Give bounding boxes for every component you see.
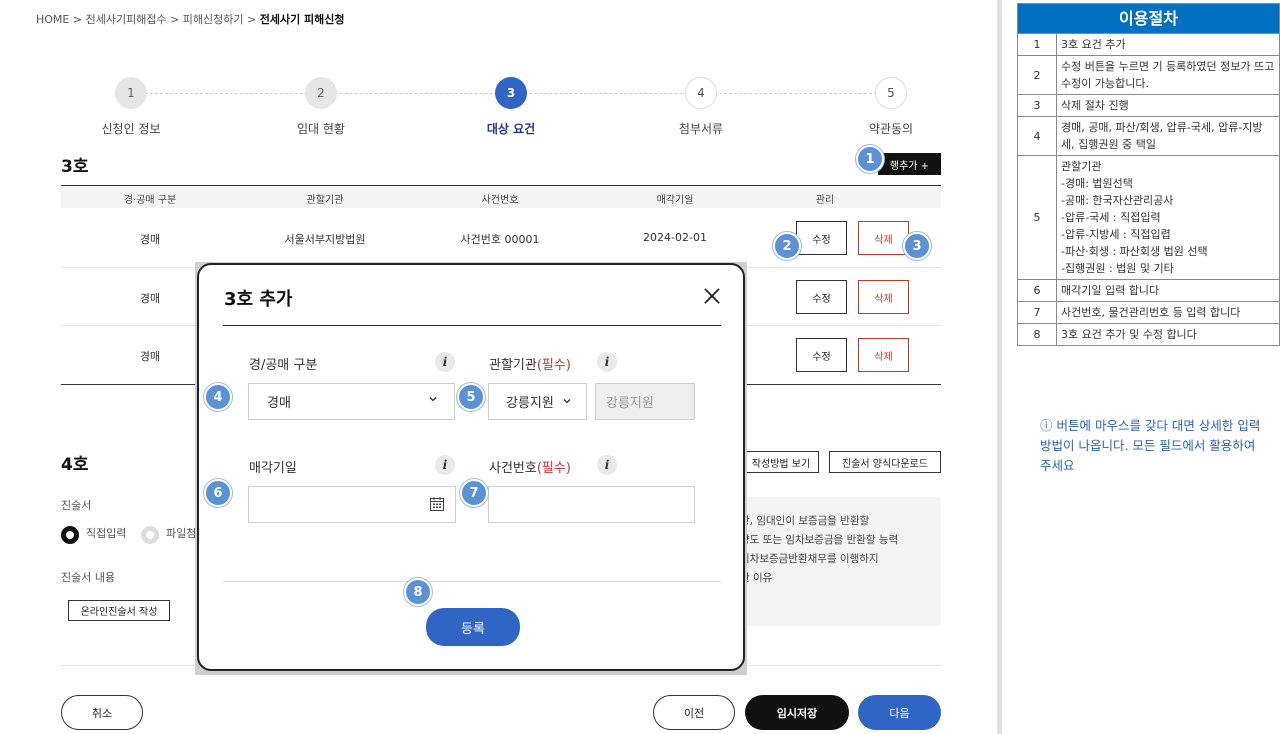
col-date: 매각기일 (656, 195, 694, 206)
step-2-label: 임대 현황 (297, 122, 345, 136)
download-form-button[interactable]: 진술서 양식다운로드 (829, 451, 941, 473)
modal-footer-divider (223, 581, 721, 582)
procedure-row: 6 매각기일 입력 합니다 (1017, 279, 1280, 302)
row1-type: 경매 (139, 233, 161, 246)
close-icon[interactable] (701, 285, 723, 307)
register-button[interactable]: 등록 (426, 608, 520, 646)
next-button[interactable]: 다음 (858, 695, 941, 730)
breadcrumb-current: 전세사기 피해신청 (259, 13, 345, 26)
col-agency: 관할기관 (306, 195, 344, 206)
row1-edit-button[interactable]: 수정 (796, 221, 847, 255)
breadcrumb-home[interactable]: HOME (36, 13, 69, 26)
radio-direct-label: 직접입력 (86, 527, 127, 540)
step-3-label: 대상 요건 (486, 122, 536, 136)
radio-file-label: 파일첨 (166, 527, 197, 540)
procedure-table: 이용절차 1 3호 요건 추가 2 수정 버튼을 누르면 기 등록하였던 정보가 뜨… (1017, 3, 1280, 346)
procedure-row: 8 3호 요건 추가 및 수정 합니다 (1017, 323, 1280, 346)
row2-type: 경매 (139, 292, 161, 305)
date-label: 매각기일 (249, 461, 297, 476)
type-select[interactable]: 경매 (248, 383, 455, 420)
type-label: 경/공매 구분 (249, 358, 318, 373)
col-manage: 관리 (815, 195, 835, 206)
step-4-label: 첨부서류 (678, 122, 724, 136)
row1-agency: 서울서부지방법원 (284, 233, 366, 246)
chevron-down-icon (562, 395, 572, 410)
case-number-input[interactable] (488, 486, 695, 523)
modal-title: 3호 추가 (224, 289, 293, 310)
row1-date: 2024-02-01 (643, 231, 707, 244)
section-3-title: 3호 (61, 157, 89, 177)
procedure-row: 5 관할기관 -경매: 법원선택 -공매: 한국자산관리공사 -압류-국세 : … (1017, 155, 1280, 280)
badge-7: 7 (460, 479, 488, 507)
agency-select[interactable]: 강릉지원 (488, 383, 587, 420)
cancel-button[interactable]: 취소 (61, 695, 143, 730)
prev-button[interactable]: 이전 (653, 695, 735, 730)
col-type: 경·공매 구분 (123, 195, 177, 206)
online-statement-button[interactable]: 온라인진술서 작성 (68, 600, 170, 621)
badge-3: 3 (903, 232, 931, 260)
procedure-row: 1 3호 요건 추가 (1017, 33, 1280, 56)
procedure-row: 3 삭제 절차 진행 (1017, 94, 1280, 117)
guide-button[interactable]: 작성방법 보기 (743, 451, 819, 473)
step-5-label: 약관동의 (868, 122, 914, 136)
row1-case: 사건번호 00001 (460, 233, 540, 246)
row3-type: 경매 (139, 350, 161, 363)
type-info-icon[interactable]: i (435, 352, 455, 372)
row3-edit-button[interactable]: 수정 (796, 338, 847, 372)
temp-save-button[interactable]: 임시저장 (745, 695, 849, 730)
radio-direct[interactable] (61, 526, 79, 544)
badge-1: 1 (856, 145, 884, 173)
date-info-icon[interactable]: i (435, 455, 455, 475)
procedure-row: 4 경매, 공매, 파산/회생, 압류-국세, 압류-지방세, 집행권원 중 택일 (1017, 116, 1280, 156)
calendar-icon[interactable] (429, 496, 445, 516)
step-4-circle: 4 (685, 77, 717, 109)
badge-2: 2 (773, 232, 801, 260)
row2-edit-button[interactable]: 수정 (796, 280, 847, 314)
col-case: 사건번호 (481, 195, 519, 206)
procedure-title: 이용절차 (1017, 3, 1280, 34)
breadcrumb: HOME > 전세사기피해접수 > 피해신청하기 > 전세사기 피해신청 (36, 13, 345, 26)
panel-divider (997, 0, 1002, 734)
badge-4: 4 (204, 383, 232, 411)
breadcrumb-l2[interactable]: 피해신청하기 (183, 13, 244, 26)
row1-delete-button[interactable]: 삭제 (858, 221, 909, 255)
chevron-down-icon (428, 393, 438, 408)
content-label: 진술서 내용 (61, 571, 116, 584)
info-box-text: 항, 임대인이 보증금을 반환할 양도 또는 임차보증금을 반환할 능력 임차보… (740, 515, 899, 584)
add-3-modal: 3호 추가 경/공매 구분 i 경매 관할기관(필수) i 강릉지원 강릉지원 … (197, 263, 745, 671)
row2-delete-button[interactable]: 삭제 (858, 280, 909, 314)
radio-file[interactable] (141, 526, 159, 544)
badge-5: 5 (457, 383, 485, 411)
step-5-circle: 5 (875, 77, 907, 109)
step-3-circle: 3 (495, 77, 527, 109)
agency-label: 관할기관(필수) (489, 358, 571, 373)
step-2-circle: 2 (305, 77, 337, 109)
statement-label: 진술서 (61, 499, 92, 512)
case-info-icon[interactable]: i (597, 455, 617, 475)
agency-name-field: 강릉지원 (595, 383, 695, 420)
procedure-row: 7 사건번호, 물건관리번호 등 입력 합니다 (1017, 301, 1280, 324)
section-4-title: 4호 (61, 455, 89, 475)
badge-8: 8 (404, 578, 432, 606)
breadcrumb-l1[interactable]: 전세사기피해접수 (86, 13, 167, 26)
badge-6: 6 (204, 479, 232, 507)
modal-title-divider (223, 325, 721, 326)
row3-delete-button[interactable]: 삭제 (858, 338, 909, 372)
case-label: 사건번호(필수) (489, 461, 571, 476)
sale-date-input[interactable] (248, 486, 456, 523)
step-1-circle: 1 (115, 77, 147, 109)
agency-info-icon[interactable]: i (597, 352, 617, 372)
add-row-button[interactable]: 행추가 + (878, 153, 941, 175)
procedure-note: ⓘ 버튼에 마우스를 갖다 대면 상세한 입력 방법이 나옵니다. 모든 필드에… (1040, 418, 1261, 473)
step-1-label: 신청인 정보 (101, 122, 161, 136)
procedure-row: 2 수정 버튼을 누르면 기 등록하였던 정보가 뜨고 수정이 가능합니다. (1017, 55, 1280, 95)
